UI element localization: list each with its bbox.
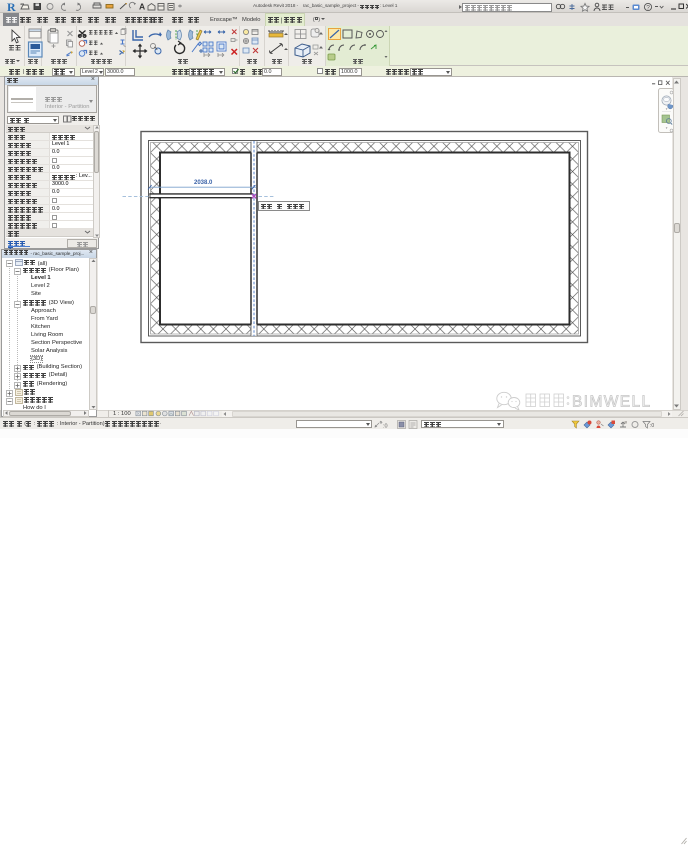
svg-text:BIMWELL: BIMWELL — [572, 394, 652, 411]
svg-text:2038.0: 2038.0 — [194, 180, 213, 186]
svg-text:?: ? — [646, 4, 650, 11]
svg-text:A: A — [139, 2, 145, 12]
svg-text:R: R — [7, 0, 16, 13]
